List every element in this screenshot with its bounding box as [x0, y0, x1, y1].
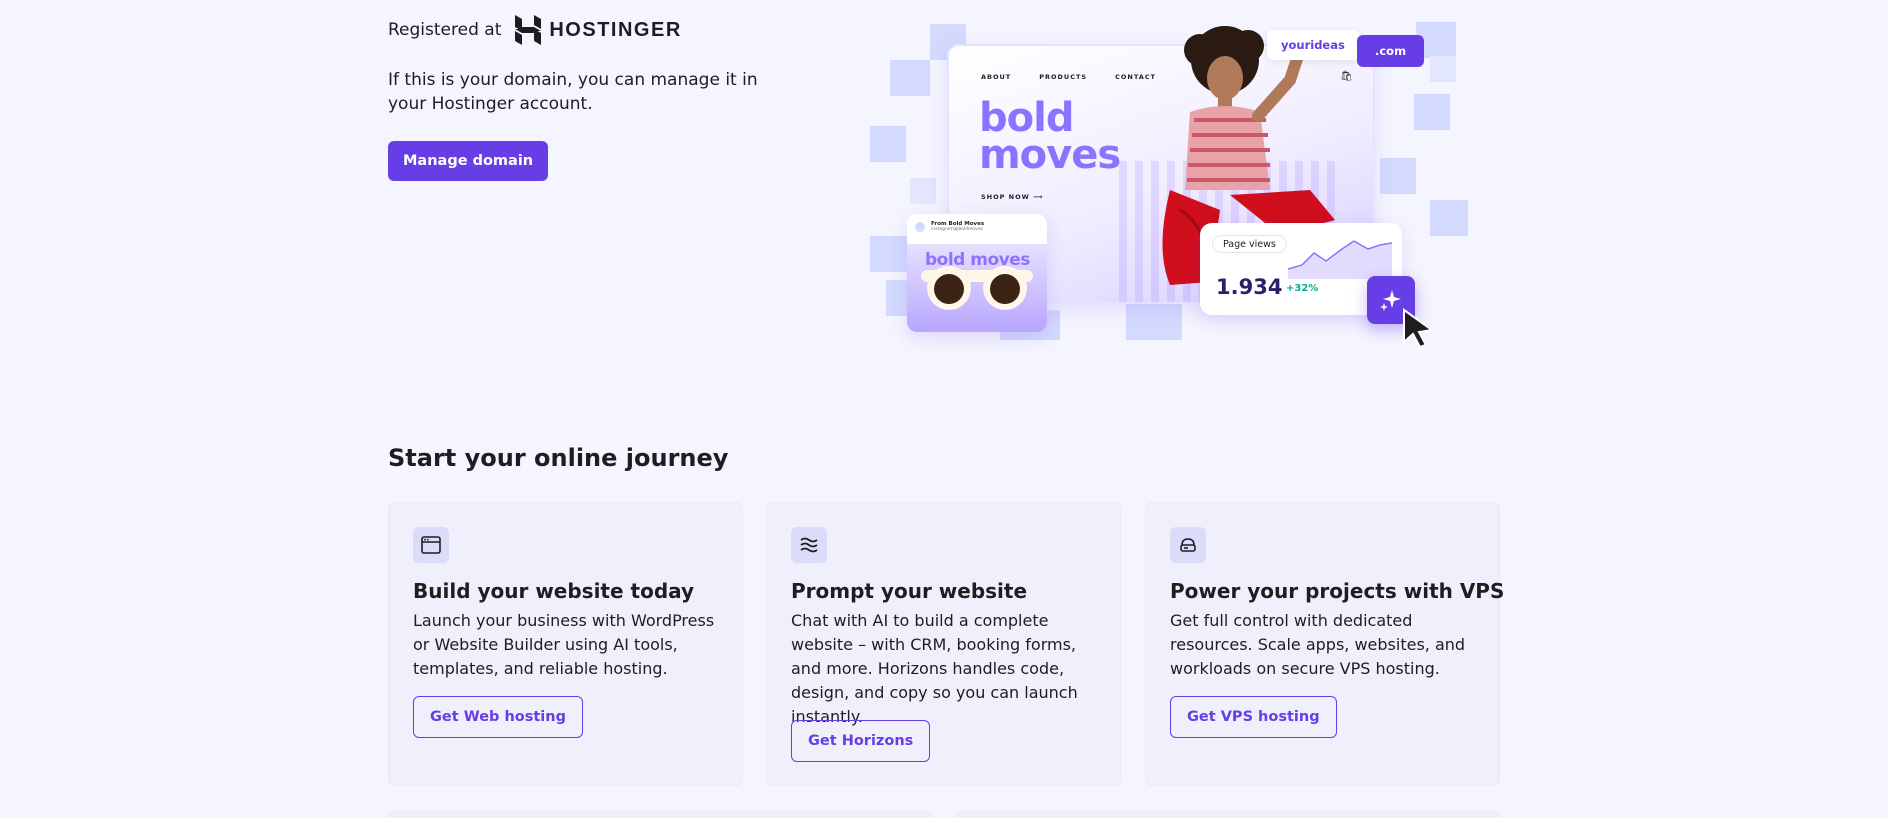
- web-hosting-title: Build your website today: [413, 579, 695, 603]
- preview-nav-about: ABOUT: [981, 73, 1012, 81]
- get-web-hosting-button[interactable]: Get Web hosting: [413, 696, 583, 738]
- page-views-sparkline: [1288, 240, 1392, 279]
- preview-shop-now: SHOP NOW ⟶: [981, 193, 1044, 201]
- sunglasses-icon: [921, 266, 1033, 310]
- hostinger-logo[interactable]: HOSTINGER: [515, 15, 681, 45]
- get-vps-hosting-button[interactable]: Get VPS hosting: [1170, 696, 1337, 738]
- vps-title: Power your projects with VPS: [1170, 579, 1505, 603]
- preview-headline: bold moves: [979, 98, 1121, 178]
- section-title: Start your online journey: [388, 444, 729, 472]
- shopping-bag-icon: 🛍: [1340, 71, 1353, 82]
- domain-name-chip: yourideas: [1267, 30, 1359, 60]
- sparkle-icon: [1380, 290, 1401, 311]
- get-horizons-button[interactable]: Get Horizons: [791, 720, 931, 762]
- preview-headline-line2: moves: [979, 132, 1121, 178]
- hero-illustration: ABOUT PRODUCTS CONTACT 🛍 bold moves SHOP…: [870, 18, 1476, 358]
- social-avatar: [915, 221, 925, 232]
- preview-nav-products: PRODUCTS: [1039, 73, 1088, 81]
- hostinger-logo-text: HOSTINGER: [549, 18, 682, 41]
- registered-row: Registered at HOSTINGER: [388, 14, 682, 46]
- mouse-cursor-icon: [1403, 308, 1435, 348]
- page-views-value: 1.934: [1216, 275, 1283, 299]
- next-card-right: [956, 810, 1500, 818]
- social-post-sub: instagram@boldmoves: [931, 227, 983, 232]
- vps-card: Power your projects with VPS Get full co…: [1145, 502, 1504, 786]
- hostinger-logo-icon: [515, 15, 542, 45]
- next-card-left: [388, 810, 932, 818]
- horizons-description: Chat with AI to build a complete website…: [791, 611, 1078, 726]
- web-hosting-card: Build your website today Launch your bus…: [388, 502, 743, 786]
- page-views-delta: +32%: [1286, 283, 1319, 294]
- social-post-card: From Bold Moves instagram@boldmoves bold…: [907, 214, 1047, 332]
- domain-tld-chip: .com: [1357, 35, 1425, 67]
- social-post-image: bold moves: [907, 244, 1047, 332]
- horizons-card: Prompt your website Chat with AI to buil…: [766, 502, 1121, 786]
- web-hosting-description: Launch your business with WordPress or W…: [413, 611, 715, 678]
- manage-description: If this is your domain, you can manage i…: [388, 70, 758, 114]
- manage-domain-button[interactable]: Manage domain: [388, 141, 549, 181]
- browser-window-icon: [413, 527, 449, 563]
- horizons-title: Prompt your website: [791, 579, 1028, 603]
- cloud-server-icon: [1170, 527, 1206, 563]
- vps-description: Get full control with dedicated resource…: [1170, 611, 1466, 678]
- page-views-label: Page views: [1212, 235, 1287, 253]
- social-post-header: From Bold Moves instagram@boldmoves: [915, 221, 984, 232]
- registered-label: Registered at: [388, 20, 502, 40]
- horizons-waves-icon: [791, 527, 827, 563]
